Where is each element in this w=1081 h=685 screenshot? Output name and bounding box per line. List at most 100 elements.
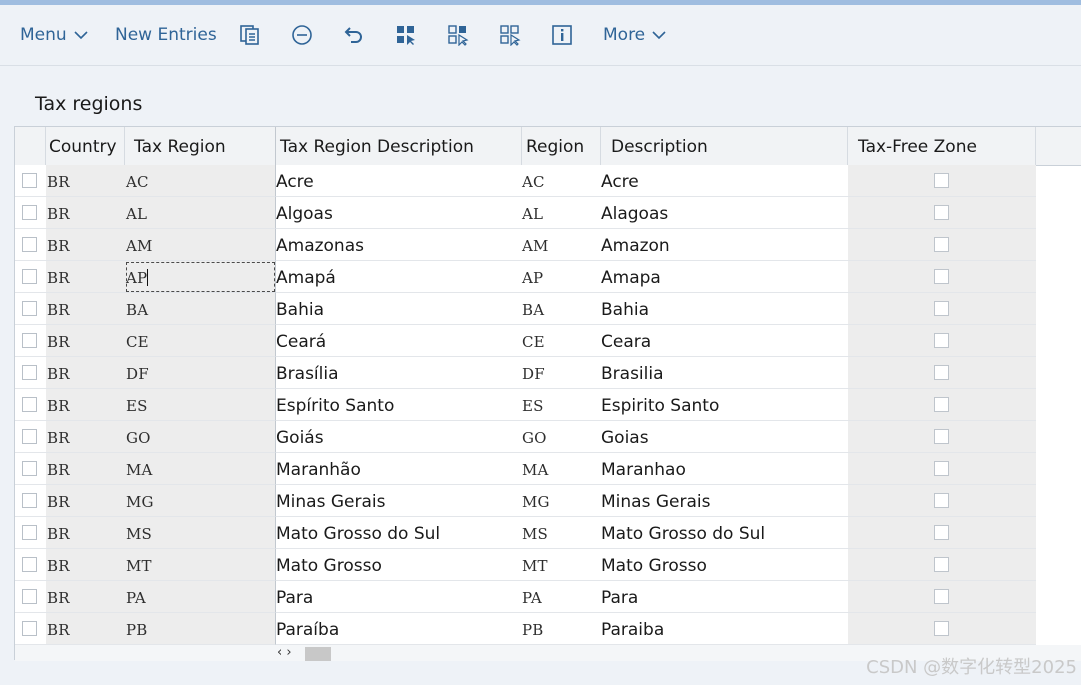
scrollbar-thumb[interactable] xyxy=(305,647,331,661)
column-header-tax-free-zone[interactable]: Tax-Free Zone xyxy=(848,127,1036,165)
scroll-arrows[interactable]: ‹ › xyxy=(277,645,292,661)
row-select-checkbox[interactable] xyxy=(22,621,37,636)
region-cell[interactable]: MS xyxy=(522,517,601,549)
tax-region-cell[interactable]: CE xyxy=(125,325,276,357)
tax-free-zone-checkbox[interactable] xyxy=(934,461,949,476)
select-all-rows-cell[interactable] xyxy=(15,127,46,165)
region-cell[interactable]: AL xyxy=(522,197,601,229)
tax-region-description-cell[interactable]: Mato Grosso do Sul xyxy=(276,517,522,549)
menu-button[interactable]: Menu xyxy=(20,5,88,65)
tax-free-zone-checkbox[interactable] xyxy=(934,237,949,252)
tax-free-zone-checkbox[interactable] xyxy=(934,365,949,380)
copy-as-button[interactable] xyxy=(239,5,261,65)
delete-button[interactable] xyxy=(291,5,313,65)
row-selector[interactable] xyxy=(15,357,46,389)
tax-free-zone-checkbox[interactable] xyxy=(934,301,949,316)
row-select-checkbox[interactable] xyxy=(22,269,37,284)
row-selector[interactable] xyxy=(15,197,46,229)
region-cell[interactable]: BA xyxy=(522,293,601,325)
row-select-checkbox[interactable] xyxy=(22,205,37,220)
tax-region-cell[interactable]: ES xyxy=(125,389,276,421)
region-cell[interactable]: PB xyxy=(522,613,601,645)
tax-region-description-cell[interactable]: Acre xyxy=(276,165,522,197)
tax-free-zone-checkbox[interactable] xyxy=(934,397,949,412)
tax-free-zone-checkbox[interactable] xyxy=(934,621,949,636)
tax-region-cell[interactable]: MS xyxy=(125,517,276,549)
tax-region-cell[interactable]: AL xyxy=(125,197,276,229)
row-select-checkbox[interactable] xyxy=(22,525,37,540)
region-cell[interactable]: DF xyxy=(522,357,601,389)
select-block-button[interactable] xyxy=(447,5,469,65)
column-header-country[interactable]: Country xyxy=(46,127,125,165)
tax-free-zone-checkbox[interactable] xyxy=(934,173,949,188)
region-cell[interactable]: AM xyxy=(522,229,601,261)
tax-region-description-cell[interactable]: Minas Gerais xyxy=(276,485,522,517)
row-select-checkbox[interactable] xyxy=(22,397,37,412)
column-header-tax-region[interactable]: Tax Region xyxy=(125,127,276,165)
row-selector[interactable] xyxy=(15,517,46,549)
row-select-checkbox[interactable] xyxy=(22,589,37,604)
region-cell[interactable]: MA xyxy=(522,453,601,485)
region-cell[interactable]: AP xyxy=(522,261,601,293)
tax-region-description-cell[interactable]: Bahia xyxy=(276,293,522,325)
row-select-checkbox[interactable] xyxy=(22,301,37,316)
deselect-all-button[interactable] xyxy=(499,5,521,65)
row-selector[interactable] xyxy=(15,421,46,453)
tax-free-zone-checkbox[interactable] xyxy=(934,429,949,444)
tax-free-zone-checkbox[interactable] xyxy=(934,525,949,540)
row-select-checkbox[interactable] xyxy=(22,333,37,348)
row-selector[interactable] xyxy=(15,549,46,581)
row-selector[interactable] xyxy=(15,165,46,197)
row-select-checkbox[interactable] xyxy=(22,173,37,188)
tax-region-cell[interactable]: AP xyxy=(125,261,276,293)
tax-region-description-cell[interactable]: Amapá xyxy=(276,261,522,293)
tax-region-cell[interactable]: MT xyxy=(125,549,276,581)
tax-region-cell[interactable]: AC xyxy=(125,165,276,197)
tax-free-zone-checkbox[interactable] xyxy=(934,269,949,284)
region-cell[interactable]: MT xyxy=(522,549,601,581)
tax-region-cell[interactable]: PA xyxy=(125,581,276,613)
row-selector[interactable] xyxy=(15,389,46,421)
region-cell[interactable]: PA xyxy=(522,581,601,613)
row-selector[interactable] xyxy=(15,613,46,645)
region-cell[interactable]: MG xyxy=(522,485,601,517)
tax-region-description-cell[interactable]: Paraíba xyxy=(276,613,522,645)
tax-free-zone-checkbox[interactable] xyxy=(934,493,949,508)
region-cell[interactable]: ES xyxy=(522,389,601,421)
row-selector[interactable] xyxy=(15,325,46,357)
tax-region-description-cell[interactable]: Maranhão xyxy=(276,453,522,485)
row-select-checkbox[interactable] xyxy=(22,493,37,508)
tax-region-description-cell[interactable]: Para xyxy=(276,581,522,613)
information-button[interactable] xyxy=(551,5,573,65)
select-all-button[interactable] xyxy=(395,5,417,65)
tax-region-description-cell[interactable]: Amazonas xyxy=(276,229,522,261)
column-header-tax-region-description[interactable]: Tax Region Description xyxy=(276,127,522,165)
region-cell[interactable]: CE xyxy=(522,325,601,357)
tax-region-description-cell[interactable]: Brasília xyxy=(276,357,522,389)
tax-region-description-cell[interactable]: Goiás xyxy=(276,421,522,453)
row-selector[interactable] xyxy=(15,293,46,325)
tax-region-cell[interactable]: MA xyxy=(125,453,276,485)
tax-region-description-cell[interactable]: Mato Grosso xyxy=(276,549,522,581)
row-select-checkbox[interactable] xyxy=(22,461,37,476)
row-select-checkbox[interactable] xyxy=(22,237,37,252)
new-entries-button[interactable]: New Entries xyxy=(115,5,217,65)
row-select-checkbox[interactable] xyxy=(22,429,37,444)
row-select-checkbox[interactable] xyxy=(22,557,37,572)
tax-region-cell[interactable]: PB xyxy=(125,613,276,645)
row-selector[interactable] xyxy=(15,581,46,613)
tax-region-cell[interactable]: AM xyxy=(125,229,276,261)
column-header-region[interactable]: Region xyxy=(522,127,601,165)
row-selector[interactable] xyxy=(15,229,46,261)
row-selector[interactable] xyxy=(15,485,46,517)
tax-free-zone-checkbox[interactable] xyxy=(934,589,949,604)
tax-region-cell[interactable]: DF xyxy=(125,357,276,389)
tax-region-description-cell[interactable]: Ceará xyxy=(276,325,522,357)
row-selector[interactable] xyxy=(15,453,46,485)
tax-free-zone-checkbox[interactable] xyxy=(934,557,949,572)
row-select-checkbox[interactable] xyxy=(22,365,37,380)
tax-region-description-cell[interactable]: Algoas xyxy=(276,197,522,229)
region-cell[interactable]: AC xyxy=(522,165,601,197)
region-cell[interactable]: GO xyxy=(522,421,601,453)
tax-free-zone-checkbox[interactable] xyxy=(934,205,949,220)
